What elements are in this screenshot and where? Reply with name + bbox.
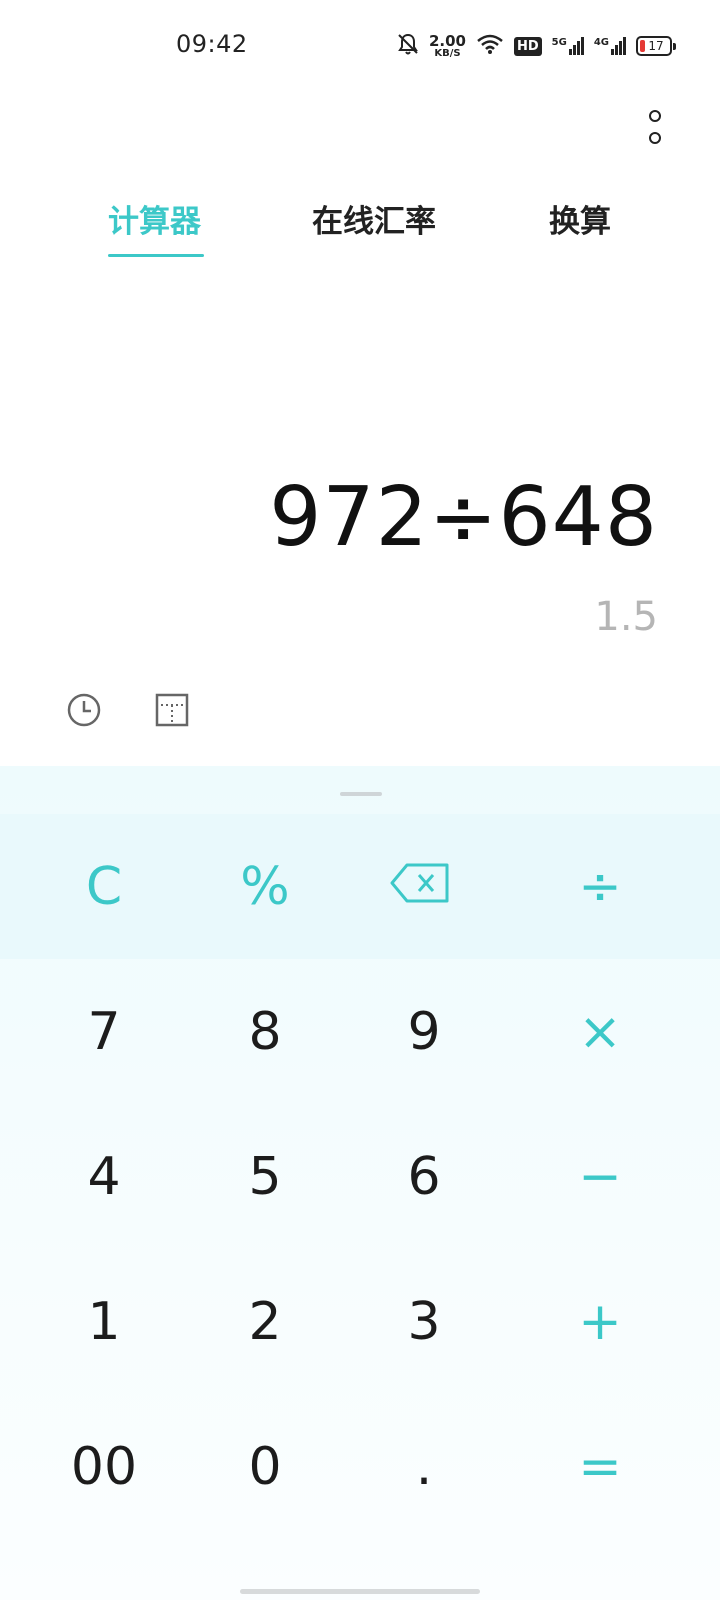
key-multiply[interactable]: × — [520, 959, 680, 1104]
result-display: 1.5 — [594, 594, 658, 640]
tab-exchange-rate[interactable]: 在线汇率 — [312, 196, 436, 241]
mode-tabs: 计算器 在线汇率 换算 — [0, 196, 720, 266]
keypad-row: 7 8 9 × — [0, 959, 720, 1104]
key-add[interactable]: + — [520, 1249, 680, 1394]
signal-4g-icon: 4G — [594, 37, 626, 55]
scientific-mode-icon[interactable] — [154, 692, 190, 728]
hd-voice-badge: HD — [513, 36, 542, 56]
key-7[interactable]: 7 — [24, 959, 184, 1104]
tab-calculator[interactable]: 计算器 — [108, 196, 201, 241]
key-3[interactable]: 3 — [344, 1249, 504, 1394]
key-1[interactable]: 1 — [24, 1249, 184, 1394]
status-icons: 2.00 KB/S HD 5G 4G 17 — [397, 28, 676, 64]
keypad: C % ÷ 7 8 9 × 4 5 6 − 1 2 3 + 00 0 . = — [0, 766, 720, 1600]
backspace-icon — [389, 857, 451, 917]
battery-level: 17 — [648, 39, 664, 53]
network-speed: 2.00 KB/S — [428, 31, 466, 59]
key-8[interactable]: 8 — [185, 959, 345, 1104]
status-time: 09:42 — [176, 30, 248, 58]
key-9[interactable]: 9 — [344, 959, 504, 1104]
key-6[interactable]: 6 — [344, 1104, 504, 1249]
more-options-icon[interactable] — [640, 110, 670, 144]
keypad-row: C % ÷ — [0, 814, 720, 959]
key-double-zero[interactable]: 00 — [24, 1394, 184, 1539]
key-5[interactable]: 5 — [185, 1104, 345, 1249]
key-subtract[interactable]: − — [520, 1104, 680, 1249]
tab-conversion[interactable]: 换算 — [549, 196, 611, 241]
battery-icon: 17 — [636, 36, 676, 56]
tab-active-indicator — [108, 254, 204, 257]
status-bar: 09:42 2.00 KB/S HD 5G 4G 17 — [0, 0, 720, 96]
signal-5g-icon: 5G — [552, 37, 584, 55]
key-backspace[interactable] — [340, 814, 500, 959]
key-equals[interactable]: = — [520, 1394, 680, 1539]
key-decimal[interactable]: . — [344, 1394, 504, 1539]
wifi-icon — [476, 33, 504, 59]
keypad-row: 4 5 6 − — [0, 1104, 720, 1249]
key-4[interactable]: 4 — [24, 1104, 184, 1249]
key-clear[interactable]: C — [24, 814, 184, 959]
key-divide[interactable]: ÷ — [520, 814, 680, 959]
mute-bell-icon — [397, 32, 419, 60]
key-0[interactable]: 0 — [185, 1394, 345, 1539]
home-indicator[interactable] — [240, 1589, 480, 1594]
keypad-drag-handle[interactable] — [340, 792, 382, 796]
keypad-row: 1 2 3 + — [0, 1249, 720, 1394]
expression-display: 972÷648 — [269, 470, 658, 565]
key-2[interactable]: 2 — [185, 1249, 345, 1394]
keypad-row: 00 0 . = — [0, 1394, 720, 1539]
key-percent[interactable]: % — [185, 814, 345, 959]
history-clock-icon[interactable] — [66, 692, 102, 728]
